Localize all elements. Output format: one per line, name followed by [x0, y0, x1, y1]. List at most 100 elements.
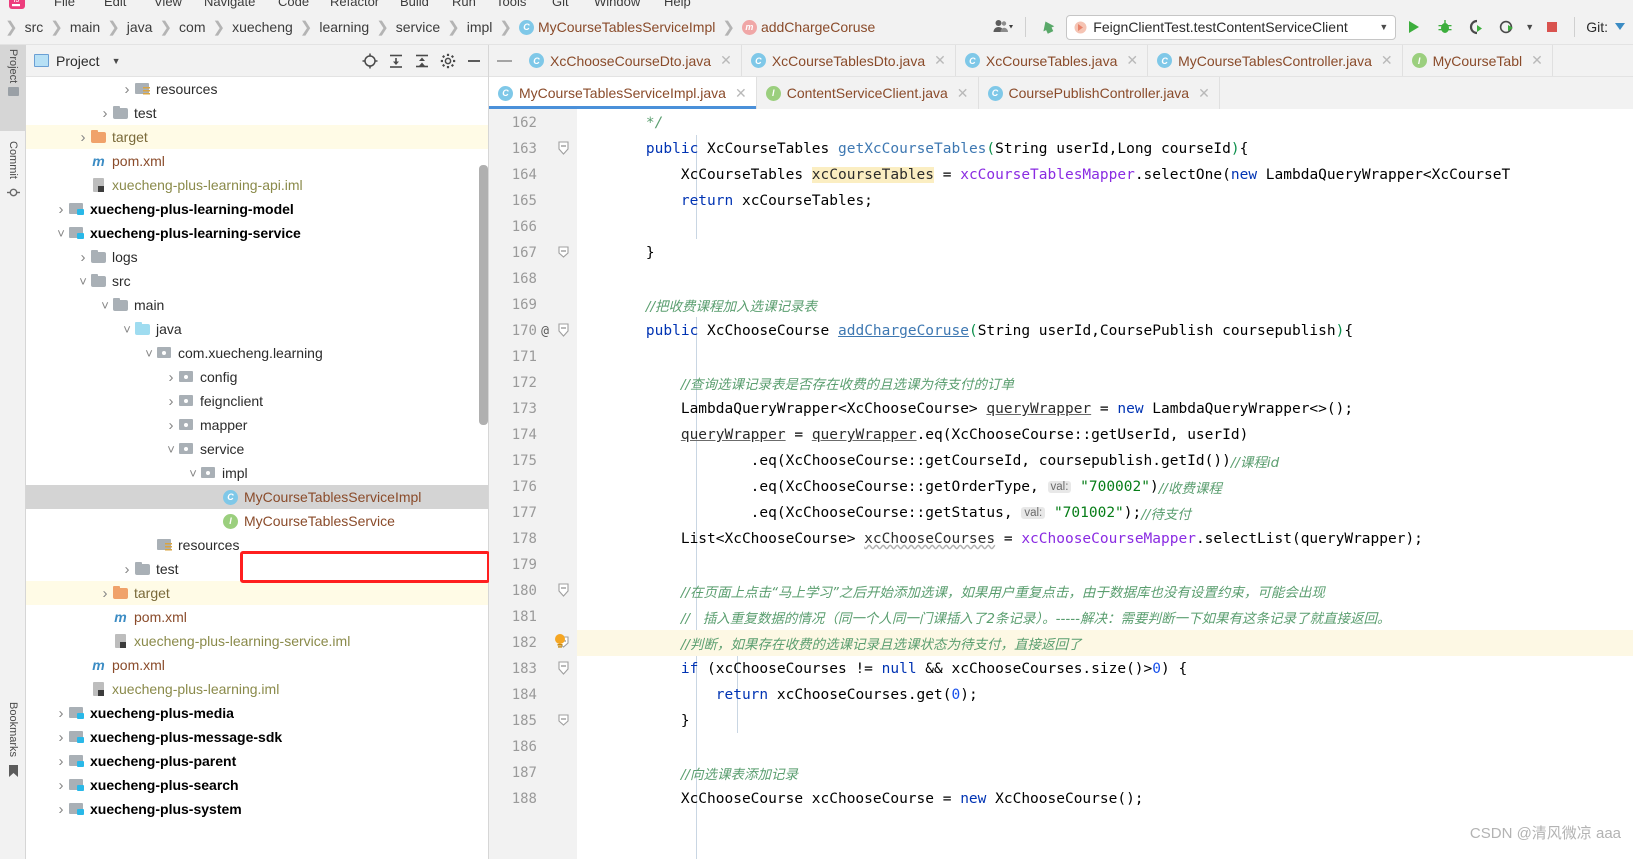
breadcrumb-item-java[interactable]: java — [121, 19, 159, 35]
gutter-line[interactable]: 162 — [489, 110, 577, 136]
code-line[interactable]: queryWrapper = queryWrapper .eq(XcChooseC… — [577, 422, 1633, 448]
code-line[interactable]: return xcChooseCourses.get(0); — [577, 682, 1633, 708]
user-avatar-icon[interactable] — [990, 15, 1016, 39]
gutter-line[interactable]: 181 — [489, 604, 577, 630]
code-editor[interactable]: 162 163 164 165 166 167 168 169 170 @171 172 173 174… — [489, 109, 1633, 859]
tree-item[interactable]: › logs — [26, 245, 488, 269]
editor-tab[interactable]: C XcCourseTables.java ✕ — [955, 45, 1149, 76]
code-line[interactable]: return xcCourseTables; — [577, 188, 1633, 214]
chevron-down-icon[interactable]: ˅ — [54, 226, 68, 241]
code-line[interactable]: //在页面上点击“马上学习”之后开始添加选课，如果用户重复点击，由于数据库也没有… — [577, 578, 1633, 604]
tree-item[interactable]: › test — [26, 101, 488, 125]
chevron-right-icon[interactable]: › — [54, 753, 68, 770]
tree-item[interactable]: › target — [26, 125, 488, 149]
stripe-button-bookmarks[interactable]: Bookmarks — [0, 698, 26, 808]
gutter-line[interactable]: 186 — [489, 734, 577, 760]
chevron-right-icon[interactable]: › — [54, 729, 68, 746]
gutter-line[interactable]: 164 — [489, 162, 577, 188]
editor-tab[interactable]: C CoursePublishController.java ✕ — [978, 77, 1220, 109]
gutter-line[interactable]: 175 — [489, 448, 577, 474]
chevron-down-icon[interactable]: ˅ — [186, 466, 200, 481]
gutter-line[interactable]: 188 — [489, 786, 577, 812]
gutter-line[interactable]: 185 — [489, 708, 577, 734]
code-fold-icon[interactable] — [553, 712, 573, 731]
tree-item[interactable]: ˅ main — [26, 293, 488, 317]
chevron-right-icon[interactable]: › — [164, 369, 178, 386]
close-icon[interactable]: ✕ — [1126, 52, 1138, 69]
breadcrumb-item-com[interactable]: com — [173, 19, 211, 35]
tree-item[interactable]: › xuecheng-plus-search — [26, 773, 488, 797]
menu-git[interactable]: Git — [552, 0, 569, 9]
menu-tools[interactable]: Tools — [496, 0, 526, 9]
breadcrumb-item-method[interactable]: m addChargeCoruse — [736, 19, 881, 35]
tree-item[interactable]: › feignclient — [26, 389, 488, 413]
breadcrumb-item-learning[interactable]: learning — [313, 19, 375, 35]
project-tree[interactable]: › resources › test › target m pom.xml xuecheng-p… — [26, 77, 488, 859]
tree-item[interactable]: m pom.xml — [26, 653, 488, 677]
close-icon[interactable]: ✕ — [1198, 85, 1210, 102]
tree-item[interactable]: I MyCourseTablesService — [26, 509, 488, 533]
gutter-line[interactable]: 187 — [489, 760, 577, 786]
tree-item[interactable]: ˅ src — [26, 269, 488, 293]
tree-item[interactable]: › test — [26, 557, 488, 581]
run-with-coverage-icon[interactable] — [1463, 15, 1489, 39]
gutter-line[interactable]: 180 — [489, 578, 577, 604]
chevron-right-icon[interactable]: › — [54, 801, 68, 818]
code-line[interactable]: //查询选课记录表是否存在收费的且选课为待支付的订单 — [577, 370, 1633, 396]
editor-tab[interactable]: C MyCourseTablesServiceImpl.java ✕ — [489, 77, 757, 109]
close-icon[interactable]: ✕ — [720, 52, 732, 69]
code-lines[interactable]: */ public XcCourseTables getXcCourseTabl… — [577, 109, 1633, 859]
tree-item[interactable]: C MyCourseTablesServiceImpl — [26, 485, 488, 509]
chevron-down-icon[interactable]: ▼ — [112, 56, 121, 66]
select-opened-file-icon[interactable] — [362, 53, 378, 69]
override-marker-icon[interactable]: @ — [537, 324, 553, 339]
code-line[interactable]: } — [577, 708, 1633, 734]
close-icon[interactable]: ✕ — [1381, 52, 1393, 69]
menu-build[interactable]: Build — [400, 0, 429, 9]
menu-file[interactable]: File — [54, 0, 75, 9]
tree-item[interactable]: › config — [26, 365, 488, 389]
editor-gutter[interactable]: 162 163 164 165 166 167 168 169 170 @171 172 173 174… — [489, 109, 577, 859]
tree-item[interactable]: › target — [26, 581, 488, 605]
gutter-line[interactable]: 170 @ — [489, 318, 577, 344]
stripe-button-commit[interactable]: Commit — [0, 137, 26, 229]
tree-item[interactable]: ˅ com.xuecheng.learning — [26, 341, 488, 365]
chevron-right-icon[interactable]: › — [76, 129, 90, 146]
chevron-right-icon[interactable]: › — [98, 105, 112, 122]
chevron-right-icon[interactable]: › — [98, 585, 112, 602]
code-line[interactable]: List<XcChooseCourse> xcChooseCourses = x… — [577, 526, 1633, 552]
profiler-dropdown-icon[interactable]: ▼ — [1525, 22, 1534, 32]
code-line[interactable] — [577, 214, 1633, 240]
tree-item[interactable]: resources — [26, 533, 488, 557]
hide-icon[interactable] — [466, 53, 482, 69]
profiler-icon[interactable] — [1494, 15, 1520, 39]
tree-item[interactable]: xuecheng-plus-learning-service.iml — [26, 629, 488, 653]
menu-navigate[interactable]: Navigate — [204, 0, 255, 9]
code-fold-icon[interactable] — [553, 140, 573, 159]
close-icon[interactable]: ✕ — [934, 52, 946, 69]
tree-item[interactable]: › xuecheng-plus-media — [26, 701, 488, 725]
code-line[interactable] — [577, 552, 1633, 578]
menu-window[interactable]: Window — [594, 0, 640, 9]
stripe-button-project[interactable]: Project — [0, 45, 26, 131]
gutter-line[interactable]: 182 — [489, 630, 577, 656]
chevron-down-icon[interactable]: ˅ — [164, 442, 178, 457]
gutter-line[interactable]: 171 — [489, 344, 577, 370]
hide-editor-tabs-icon[interactable]: — — [489, 45, 520, 76]
run-configuration-selector[interactable]: FeignClientTest.testContentServiceClient… — [1066, 14, 1397, 40]
tree-item[interactable]: › xuecheng-plus-learning-model — [26, 197, 488, 221]
tree-item[interactable]: › xuecheng-plus-message-sdk — [26, 725, 488, 749]
code-line[interactable]: //把收费课程加入选课记录表 — [577, 292, 1633, 318]
code-fold-icon[interactable] — [553, 582, 573, 601]
code-line[interactable] — [577, 266, 1633, 292]
code-line[interactable]: // 插入重复数据的情况（同一个人同一门课插入了2条记录）。-----解决：需要… — [577, 604, 1633, 630]
tree-item[interactable]: ˅ impl — [26, 461, 488, 485]
editor-tab[interactable]: C XcCourseTablesDto.java ✕ — [741, 45, 956, 76]
tree-item[interactable]: m pom.xml — [26, 605, 488, 629]
tree-item[interactable]: ˅ java — [26, 317, 488, 341]
menu-run[interactable]: Run — [452, 0, 476, 9]
breadcrumb-item-service[interactable]: service — [390, 19, 446, 35]
code-line[interactable]: */ — [577, 110, 1633, 136]
gutter-line[interactable]: 178 — [489, 526, 577, 552]
main-menu-bar[interactable]: IJ File Edit View Navigate Code Refactor… — [0, 0, 1633, 10]
